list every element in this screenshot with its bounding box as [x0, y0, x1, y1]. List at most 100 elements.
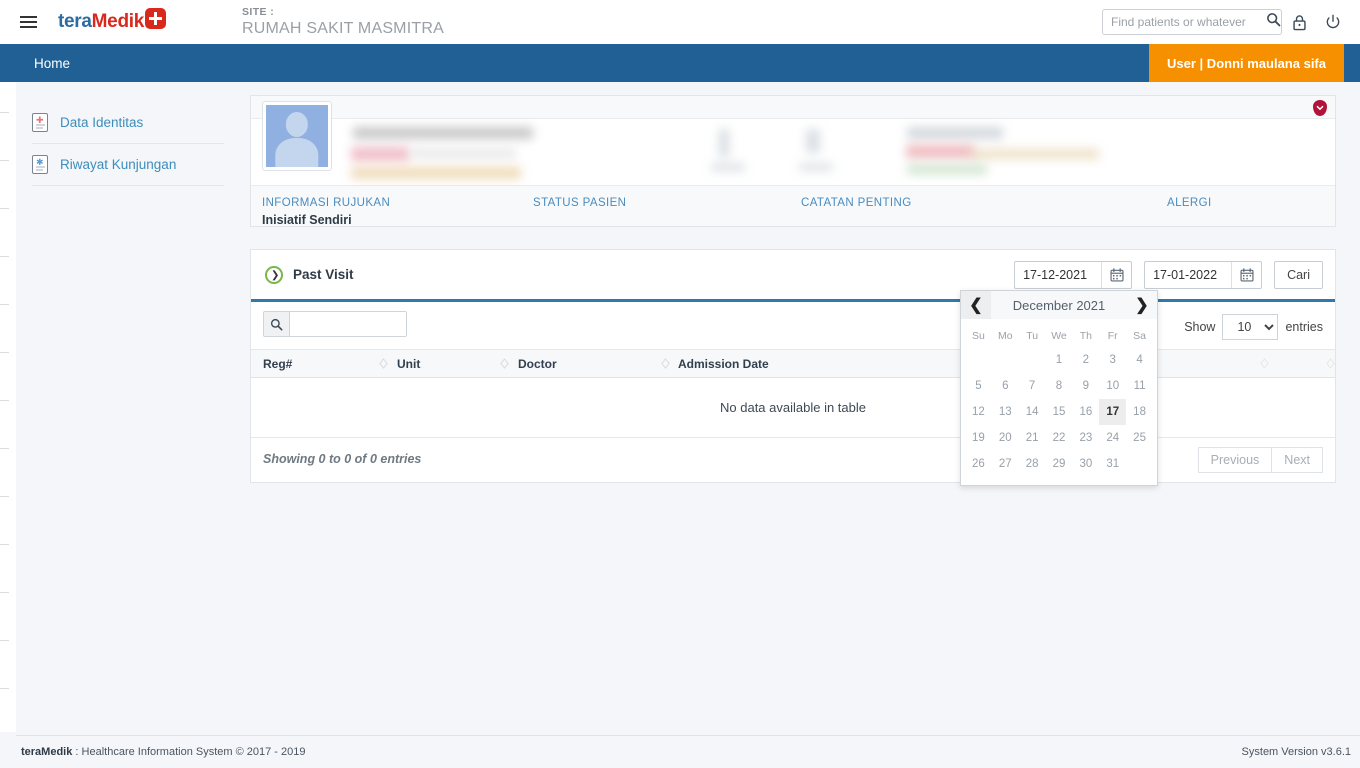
datepicker-popup[interactable]: ❮ December 2021 ❯ Su Mo Tu We Th Fr Sa 1 2 3 4 5 6 7 8…	[960, 290, 1158, 486]
global-search[interactable]	[1102, 9, 1282, 35]
table-header-row: Reg# Unit Doctor Admission Date	[251, 350, 1335, 378]
sort-icon[interactable]	[1260, 358, 1269, 369]
column-header-admission-date[interactable]: Admission Date	[678, 357, 769, 371]
datepicker-day[interactable]: 1	[1046, 347, 1073, 373]
datepicker-day[interactable]: 25	[1126, 425, 1153, 451]
datepicker-blank-cell	[1019, 347, 1046, 373]
redacted-field-b-label	[799, 163, 833, 171]
previous-page-button[interactable]: Previous	[1197, 447, 1273, 473]
hamburger-menu-icon[interactable]	[6, 0, 50, 44]
pagination: Previous Next	[1197, 447, 1323, 473]
redacted-field-b	[806, 129, 820, 153]
redacted-patient-address	[351, 167, 521, 179]
footer-version: System Version v3.6.1	[1241, 746, 1351, 758]
patient-label-alergi: ALERGI	[1167, 197, 1212, 209]
lock-icon[interactable]	[1282, 0, 1316, 44]
footer-copy-text: : Healthcare Information System © 2017 -…	[72, 746, 306, 758]
show-label: Show	[1184, 320, 1216, 334]
datepicker-day[interactable]: 29	[1046, 451, 1073, 477]
datepicker-day[interactable]: 8	[1046, 373, 1073, 399]
datepicker-day[interactable]: 10	[1099, 373, 1126, 399]
datepicker-day[interactable]: 3	[1099, 347, 1126, 373]
column-header-doctor[interactable]: Doctor	[518, 357, 557, 371]
redacted-patient-id	[351, 147, 409, 161]
datepicker-day[interactable]: 13	[992, 399, 1019, 425]
datepicker-day[interactable]: 30	[1072, 451, 1099, 477]
datepicker-day-selected[interactable]: 17	[1099, 399, 1127, 425]
footer-copyright: teraMedik : Healthcare Information Syste…	[21, 746, 305, 758]
user-menu-button[interactable]: User | Donni maulana sifa	[1149, 44, 1344, 82]
column-header-reg[interactable]: Reg#	[263, 357, 292, 371]
sidebar-item-label: Data Identitas	[60, 115, 144, 130]
cari-button[interactable]: Cari	[1274, 261, 1323, 289]
chevron-left-icon[interactable]: ❮	[961, 291, 991, 319]
left-sidebar: ✚ Data Identitas ✱ Riwayat Kunjungan	[16, 82, 238, 732]
datepicker-grid: Su Mo Tu We Th Fr Sa 1 2 3 4 5 6 7 8 9 10 11 12 13 14 15 16 17 1…	[961, 319, 1157, 485]
sidebar-item-data-identitas[interactable]: ✚ Data Identitas	[32, 102, 224, 144]
sort-icon[interactable]	[661, 358, 670, 369]
datepicker-dow: Su	[972, 330, 985, 342]
date-from-input[interactable]	[1015, 268, 1102, 282]
datepicker-day[interactable]: 6	[992, 373, 1019, 399]
datepicker-day[interactable]: 9	[1072, 373, 1099, 399]
redacted-field-c-line3	[971, 149, 1099, 159]
datepicker-day[interactable]: 27	[992, 451, 1019, 477]
datepicker-day[interactable]: 24	[1099, 425, 1126, 451]
chevron-down-badge-icon[interactable]	[1313, 100, 1327, 116]
datepicker-day[interactable]: 11	[1126, 373, 1153, 399]
calendar-icon[interactable]	[1231, 262, 1261, 288]
table-search[interactable]	[263, 311, 407, 337]
past-visit-panel: ❯ Past Visit 17-12-2021 17-01-2022 Cari …	[250, 249, 1336, 486]
patient-card-header	[251, 96, 1335, 118]
table-footer: Showing 0 to 0 of 0 entries Previous Nex…	[251, 438, 1335, 482]
calendar-icon[interactable]	[1101, 262, 1131, 288]
sidebar-item-label: Riwayat Kunjungan	[60, 157, 177, 172]
power-icon[interactable]	[1316, 0, 1350, 44]
datepicker-day[interactable]: 16	[1072, 399, 1099, 425]
sidebar-item-riwayat-kunjungan[interactable]: ✱ Riwayat Kunjungan	[32, 144, 224, 186]
datepicker-day[interactable]: 26	[965, 451, 992, 477]
datepicker-day[interactable]: 4	[1126, 347, 1153, 373]
past-visit-header: ❯ Past Visit 17-12-2021 17-01-2022 Cari	[251, 250, 1335, 302]
top-header-bar: teraMedik SITE : RUMAH SAKIT MASMITRA	[0, 0, 1360, 44]
search-icon[interactable]	[1266, 12, 1281, 32]
patient-field-labels: INFORMASI RUJUKAN Inisiatif Sendiri STAT…	[251, 186, 1335, 227]
nav-item-home[interactable]: Home	[28, 44, 76, 82]
datepicker-day[interactable]: 28	[1019, 451, 1046, 477]
patient-details-redacted	[251, 101, 1335, 186]
page-size-select[interactable]: 10	[1222, 314, 1279, 340]
footer-brand: teraMedik	[21, 746, 73, 758]
datepicker-month-title[interactable]: December 2021	[991, 298, 1127, 313]
next-page-button[interactable]: Next	[1272, 447, 1323, 473]
datepicker-day[interactable]: 15	[1046, 399, 1073, 425]
search-input[interactable]	[1111, 15, 1266, 29]
entries-label: entries	[1285, 320, 1323, 334]
datepicker-day[interactable]: 23	[1072, 425, 1099, 451]
datepicker-day[interactable]: 14	[1019, 399, 1046, 425]
date-from-field[interactable]	[1014, 261, 1133, 289]
chevron-right-icon[interactable]: ❯	[1127, 291, 1157, 319]
datepicker-day[interactable]: 20	[992, 425, 1019, 451]
datepicker-day[interactable]: 31	[1099, 451, 1126, 477]
date-filter-group: Cari	[1014, 261, 1323, 289]
datepicker-day[interactable]: 18	[1126, 399, 1153, 425]
sort-icon[interactable]	[379, 358, 388, 369]
datepicker-day[interactable]: 21	[1019, 425, 1046, 451]
table-search-input[interactable]	[290, 312, 406, 336]
datepicker-day[interactable]: 7	[1019, 373, 1046, 399]
column-header-unit[interactable]: Unit	[397, 357, 420, 371]
date-to-input[interactable]	[1145, 268, 1232, 282]
sort-icon[interactable]	[1326, 358, 1335, 369]
sort-icon[interactable]	[500, 358, 509, 369]
document-plus-icon: ✚	[32, 113, 48, 132]
datepicker-day[interactable]: 5	[965, 373, 992, 399]
date-to-field[interactable]	[1144, 261, 1263, 289]
datepicker-dow: We	[1051, 330, 1067, 342]
datepicker-dow: Th	[1079, 330, 1092, 342]
datepicker-day[interactable]: 19	[965, 425, 992, 451]
datepicker-day[interactable]: 22	[1046, 425, 1073, 451]
datepicker-day[interactable]: 2	[1072, 347, 1099, 373]
table-toolbar: Show 10 entries	[251, 302, 1335, 350]
redacted-patient-line	[411, 149, 516, 158]
datepicker-day[interactable]: 12	[965, 399, 992, 425]
